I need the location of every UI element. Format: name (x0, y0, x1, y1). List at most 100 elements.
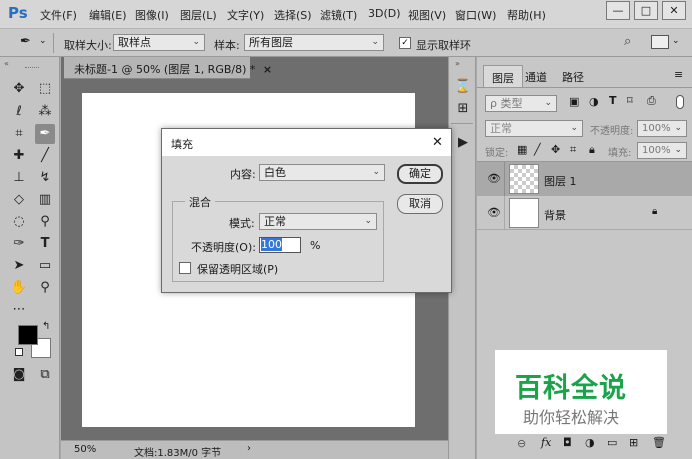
kind-filter-dropdown[interactable]: ρ 类型 ⌄ (485, 95, 557, 112)
link-layers-icon[interactable]: ⊖ (517, 437, 526, 450)
add-mask-icon[interactable]: ◘ (563, 436, 572, 449)
workspace-icon[interactable] (651, 35, 669, 49)
filter-smart-object-icon[interactable]: ⎙ (647, 94, 656, 108)
zoom-level[interactable]: 50% (74, 444, 96, 455)
watermark: 百科全说 助你轻松解决 (495, 350, 667, 434)
gradient-tool-icon[interactable]: ▥ (35, 190, 55, 210)
chevron-down-icon[interactable]: ⌄ (672, 36, 680, 46)
filter-toggle[interactable] (676, 95, 684, 109)
tab-paths[interactable]: 路径 (554, 65, 592, 87)
lock-position-icon[interactable]: ✥ (551, 143, 560, 156)
menu-layer[interactable]: 图层(L) (180, 7, 217, 23)
lock-artboard-icon[interactable]: ⌗ (570, 143, 576, 157)
menu-filter[interactable]: 滤镜(T) (320, 7, 357, 23)
search-icon[interactable]: ⌕ (624, 34, 631, 49)
menu-3d[interactable]: 3D(D) (368, 7, 401, 20)
close-icon[interactable]: ✕ (432, 135, 443, 150)
menu-type[interactable]: 文字(Y) (227, 7, 264, 23)
document-tab[interactable]: 未标题-1 @ 50% (图层 1, RGB/8) * × (64, 57, 272, 79)
new-layer-icon[interactable]: ⊞ (629, 436, 638, 449)
menu-select[interactable]: 选择(S) (274, 7, 312, 23)
properties-panel-icon[interactable]: ⊞ (453, 99, 473, 119)
play-action-icon[interactable]: ▶ (453, 133, 473, 153)
swap-colors-icon[interactable]: ↰ (42, 321, 50, 332)
lock-transparent-icon[interactable]: ▦ (517, 143, 527, 156)
layer-name[interactable]: 图层 1 (544, 173, 577, 189)
eyedropper-preset-icon[interactable]: ✒ (20, 34, 31, 49)
path-select-icon[interactable]: ➤ (9, 256, 29, 276)
default-colors-icon[interactable] (15, 348, 23, 356)
eye-icon[interactable]: 👁︎ (487, 206, 501, 219)
new-group-icon[interactable]: ▭ (607, 436, 617, 449)
type-tool-icon[interactable]: T (35, 234, 55, 254)
opacity-label: 不透明度(O): (191, 241, 256, 254)
eyedropper-tool-icon[interactable]: ✒ (35, 124, 55, 144)
zoom-tool-icon[interactable]: ⚲ (35, 278, 55, 298)
chevron-down-icon[interactable]: ⌄ (39, 36, 47, 46)
history-panel-icon[interactable]: ⌛ (453, 77, 473, 97)
filter-type-icon[interactable]: T (609, 94, 617, 107)
maximize-button[interactable]: □ (634, 1, 658, 20)
brush-tool-icon[interactable]: ╱ (35, 146, 55, 166)
layer-row-layer1[interactable]: 👁︎ 图层 1 (477, 162, 692, 196)
panel-menu-icon[interactable]: ≡ (674, 68, 683, 81)
menu-window[interactable]: 窗口(W) (455, 7, 496, 23)
menu-file[interactable]: 文件(F) (40, 7, 77, 23)
layer-name[interactable]: 背景 (544, 207, 566, 223)
sample-size-dropdown[interactable]: 取样点 ⌄ (113, 34, 205, 51)
clone-stamp-icon[interactable]: ⊥ (9, 168, 29, 188)
lasso-tool-icon[interactable]: ℓ (9, 102, 29, 122)
close-tab-icon[interactable]: × (263, 63, 272, 76)
close-window-button[interactable]: ✕ (662, 1, 686, 20)
filter-shape-icon[interactable]: ⌑ (627, 94, 633, 107)
crop-tool-icon[interactable]: ⌗ (9, 124, 29, 144)
healing-brush-icon[interactable]: ✚ (9, 146, 29, 166)
adjustment-layer-icon[interactable]: ◑ (585, 436, 595, 449)
filter-adjustment-icon[interactable]: ◑ (589, 95, 599, 108)
lock-all-icon[interactable]: 🔒︎ (589, 143, 595, 157)
menu-image[interactable]: 图像(I) (135, 7, 169, 23)
content-dropdown[interactable]: 白色 ⌄ (259, 164, 385, 181)
opacity-input[interactable]: 100 (259, 237, 301, 253)
opacity-field[interactable]: 100% ⌄ (637, 120, 687, 137)
preserve-transparency-checkbox[interactable] (179, 262, 191, 274)
mode-dropdown[interactable]: 正常 ⌄ (259, 213, 377, 230)
status-menu-arrow[interactable]: › (247, 443, 251, 454)
filter-pixel-icon[interactable]: ▣ (569, 95, 579, 108)
lock-pixels-icon[interactable]: ╱ (534, 143, 541, 156)
layer-row-background[interactable]: 👁︎ 背景 🔒︎ (477, 196, 692, 230)
sample-dropdown[interactable]: 所有图层 ⌄ (244, 34, 384, 51)
fx-icon[interactable]: fx (541, 436, 551, 449)
magic-wand-icon[interactable]: ⁂ (35, 102, 55, 122)
history-brush-icon[interactable]: ↯ (35, 168, 55, 188)
blur-tool-icon[interactable]: ◌ (9, 212, 29, 232)
eraser-tool-icon[interactable]: ◇ (9, 190, 29, 210)
fill-field[interactable]: 100% ⌄ (637, 142, 687, 159)
rectangle-tool-icon[interactable]: ▭ (35, 256, 55, 276)
trash-icon[interactable]: 🗑︎ (652, 436, 666, 449)
cancel-button[interactable]: 取消 (397, 194, 443, 214)
more-tools-icon[interactable]: ⋯ (9, 300, 29, 320)
move-tool-icon[interactable]: ✥ (9, 79, 29, 99)
hand-tool-icon[interactable]: ✋ (9, 278, 29, 298)
minimize-button[interactable]: — (606, 1, 630, 20)
watermark-subtitle: 助你轻松解决 (523, 408, 620, 427)
quick-mask-icon[interactable]: ◙ (9, 365, 29, 385)
pen-tool-icon[interactable]: ✑ (9, 234, 29, 254)
foreground-color-front[interactable] (18, 325, 38, 345)
screen-mode-icon[interactable]: ⧉ (35, 365, 55, 385)
expand-panels-icon[interactable]: » (455, 59, 460, 68)
menu-help[interactable]: 帮助(H) (507, 7, 546, 23)
marquee-tool-icon[interactable]: ⬚ (35, 79, 55, 99)
collapse-icon[interactable]: « (4, 59, 9, 68)
dodge-tool-icon[interactable]: ⚲ (35, 212, 55, 232)
ok-button[interactable]: 确定 (397, 164, 443, 184)
eye-icon[interactable]: 👁︎ (487, 172, 501, 185)
show-ring-checkbox[interactable]: ✓ (399, 37, 411, 49)
blend-mode-dropdown[interactable]: 正常 ⌄ (485, 120, 583, 137)
tab-channels[interactable]: 通道 (517, 65, 555, 87)
menu-bar: Ps 文件(F) 编辑(E) 图像(I) 图层(L) 文字(Y) 选择(S) 滤… (0, 0, 692, 28)
grip-handle[interactable] (25, 67, 39, 70)
menu-edit[interactable]: 编辑(E) (89, 7, 127, 23)
menu-view[interactable]: 视图(V) (408, 7, 446, 23)
